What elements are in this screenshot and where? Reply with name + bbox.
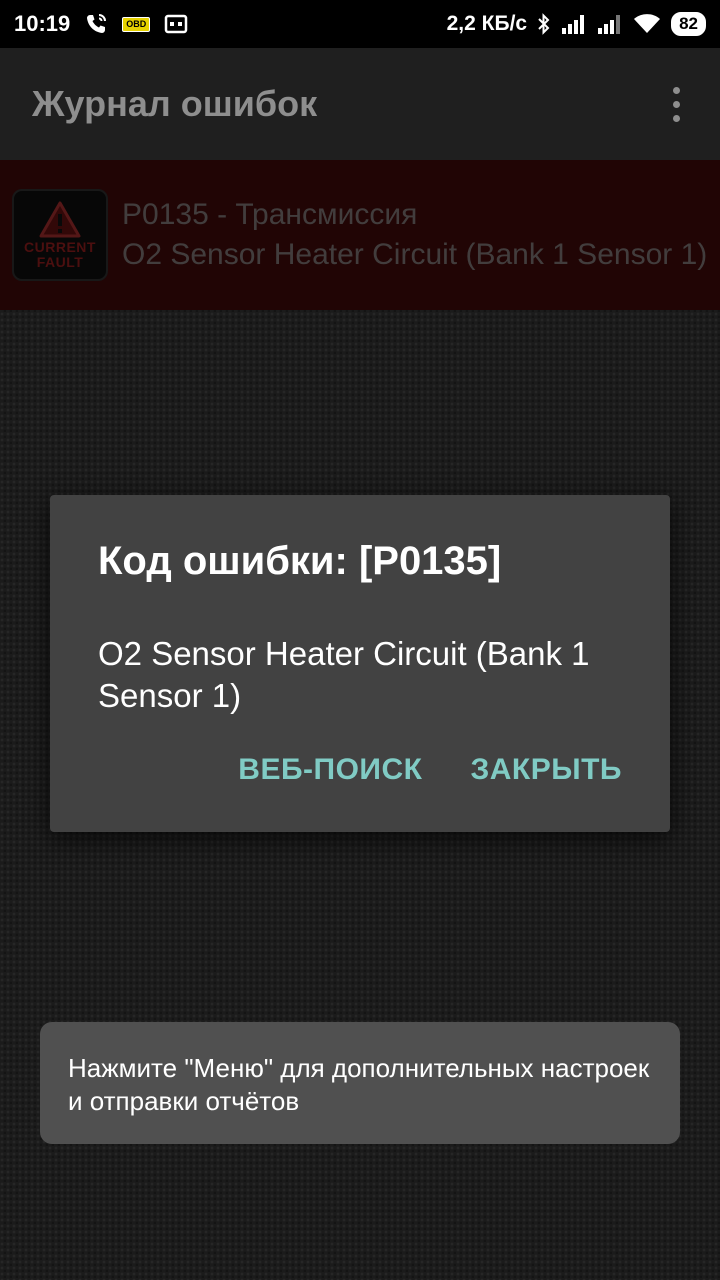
- clock: 10:19: [14, 11, 71, 36]
- dialog-actions: ВЕБ-ПОИСК ЗАКРЫТЬ: [238, 753, 622, 787]
- battery-icon: 82: [671, 12, 706, 36]
- status-left: 10:19 OBD: [14, 11, 188, 37]
- signal-icon: [597, 13, 623, 35]
- status-bar: 10:19 OBD 2,2 КБ/с 82: [0, 0, 720, 48]
- dim-overlay: [0, 160, 720, 310]
- wifi-icon: [633, 13, 661, 35]
- overflow-menu-icon[interactable]: [664, 86, 688, 122]
- status-right: 2,2 КБ/с 82: [447, 12, 706, 36]
- web-search-button[interactable]: ВЕБ-ПОИСК: [238, 753, 422, 787]
- bluetooth-icon: [537, 12, 551, 36]
- error-code-dialog: Код ошибки: [P0135] O2 Sensor Heater Cir…: [50, 495, 670, 832]
- toast-message: Нажмите "Меню" для дополнительных настро…: [40, 1022, 680, 1144]
- signal-icon: [561, 13, 587, 35]
- cast-icon: [164, 13, 188, 35]
- dialog-title: Код ошибки: [P0135]: [98, 539, 502, 583]
- app-bar: Журнал ошибок: [0, 48, 720, 160]
- phone-call-icon: [84, 12, 108, 36]
- obd-icon: OBD: [122, 16, 151, 32]
- dialog-message: O2 Sensor Heater Circuit (Bank 1 Sensor …: [98, 635, 590, 714]
- page-title: Журнал ошибок: [32, 83, 318, 124]
- close-button[interactable]: ЗАКРЫТЬ: [470, 753, 622, 787]
- network-speed: 2,2 КБ/с: [446, 12, 528, 35]
